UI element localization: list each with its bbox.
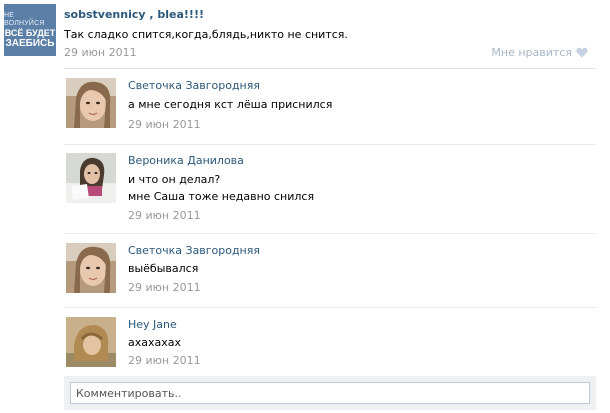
- like-label: Мне нравится: [491, 46, 572, 59]
- comment-text: и что он делал?: [128, 173, 221, 186]
- comment-text: выёбывался: [128, 262, 199, 275]
- author-avatar[interactable]: Не волнуйся Всё будет Заебись: [4, 4, 56, 56]
- comment-item: Hey Jane ахахахах 29 июн 2011: [64, 317, 596, 375]
- comment-text: а мне сегодня кст лёша приснился: [128, 98, 333, 111]
- wall-post: Не волнуйся Всё будет Заебись sobstvenni…: [0, 0, 610, 413]
- comment-item: Светочка Завгородняя а мне сегодня кст л…: [64, 78, 596, 146]
- avatar-text-line-3: Заебись: [5, 37, 55, 49]
- comment-text: ахахахах: [128, 336, 182, 349]
- comment-input[interactable]: [70, 382, 590, 404]
- avatar-text-line-2: Всё будет: [4, 27, 56, 38]
- comment-divider: [64, 144, 596, 145]
- commenter-name-link[interactable]: Светочка Завгородняя: [128, 244, 260, 257]
- post-date[interactable]: 29 июн 2011: [64, 46, 137, 59]
- commenter-name-link[interactable]: Вероника Данилова: [128, 154, 244, 167]
- commenter-avatar[interactable]: [66, 317, 116, 367]
- comment-divider: [64, 233, 596, 234]
- comment-item: Светочка Завгородняя выёбывался 29 июн 2…: [64, 243, 596, 309]
- comment-box: [64, 376, 596, 410]
- like-button[interactable]: Мне нравится: [491, 46, 588, 59]
- post-text: Так сладко спится,когда,блядь,никто не с…: [64, 28, 348, 41]
- post-author-link[interactable]: sobstvennicy , blea!!!!: [64, 8, 204, 21]
- heart-icon: [576, 47, 588, 58]
- commenter-avatar[interactable]: [66, 78, 116, 128]
- comment-date[interactable]: 29 июн 2011: [128, 118, 201, 131]
- post-divider: [64, 68, 596, 69]
- comment-item: Вероника Данилова и что он делал? мне Са…: [64, 153, 596, 235]
- commenter-name-link[interactable]: Hey Jane: [128, 318, 177, 331]
- comment-date[interactable]: 29 июн 2011: [128, 281, 201, 294]
- commenter-avatar[interactable]: [66, 153, 116, 203]
- commenter-avatar[interactable]: [66, 243, 116, 293]
- comment-text: мне Саша тоже недавно снился: [128, 190, 315, 203]
- comment-divider: [64, 307, 596, 308]
- comment-date[interactable]: 29 июн 2011: [128, 209, 201, 222]
- comment-date[interactable]: 29 июн 2011: [128, 354, 201, 367]
- avatar-text-line-1: Не волнуйся: [4, 11, 45, 27]
- commenter-name-link[interactable]: Светочка Завгородняя: [128, 79, 260, 92]
